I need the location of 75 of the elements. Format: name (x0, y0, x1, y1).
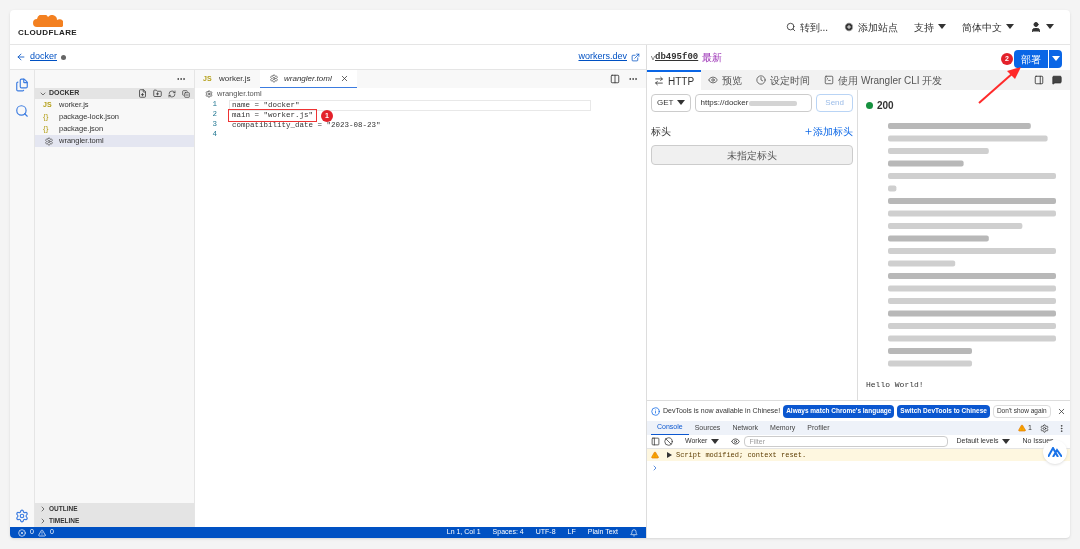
chevron-logo-icon (1048, 447, 1062, 457)
headers-label: 标头 (651, 125, 671, 139)
plus-icon (804, 127, 813, 136)
empty-headers-box: 未指定标头 (651, 145, 853, 165)
brand-logo-text: CLOUDFLARE (18, 27, 78, 39)
close-icon[interactable] (339, 74, 349, 83)
bell-icon[interactable] (630, 528, 638, 537)
transfer-icon (654, 76, 664, 86)
settings-icon[interactable] (1040, 423, 1049, 433)
refresh-icon[interactable] (168, 89, 176, 98)
search-icon[interactable] (15, 104, 29, 118)
annotation-arrow (977, 65, 1022, 105)
more-icon[interactable] (1057, 423, 1066, 433)
settings-icon[interactable] (15, 509, 29, 523)
editor-tab[interactable]: wrangler.toml (260, 70, 357, 88)
caret-icon (938, 24, 946, 30)
back-link[interactable]: docker (16, 50, 57, 64)
url-field[interactable]: https://docker (695, 94, 813, 112)
add-site-button[interactable]: 添加站点 (836, 19, 906, 35)
panel-tab[interactable]: 预览 (701, 70, 750, 90)
goto-button[interactable]: 转到... (777, 19, 836, 35)
files-icon[interactable] (15, 78, 29, 92)
blurred-url-drawing (749, 100, 798, 106)
caret-icon (677, 100, 686, 106)
user-icon (1030, 21, 1042, 33)
close-icon[interactable] (1057, 406, 1066, 416)
response-text: Hello World! (866, 379, 925, 391)
json-file-icon: {} (43, 111, 55, 123)
warning-icon (1018, 424, 1027, 432)
search-icon (785, 22, 796, 32)
panel-tab[interactable]: 设定时间 (749, 70, 818, 90)
eye-icon[interactable] (731, 437, 741, 446)
caret-icon (1006, 24, 1014, 30)
back-arrow-icon (16, 52, 26, 62)
workers-dev-link[interactable]: workers.dev (578, 50, 627, 64)
caret-icon (1002, 438, 1011, 445)
deploy-button[interactable]: 部署 (1014, 50, 1048, 68)
collapse-icon[interactable] (182, 89, 190, 98)
deploy-menu-button[interactable] (1048, 50, 1062, 68)
clock-icon (756, 75, 767, 85)
status-code: 200 (877, 99, 894, 113)
add-header-link[interactable]: 添加标头 (804, 124, 853, 139)
sidebar-toggle-icon[interactable] (651, 437, 660, 446)
method-select[interactable]: GET (651, 94, 692, 112)
eye-icon (708, 75, 719, 85)
terminal-icon (824, 75, 835, 85)
support-menu[interactable]: 支持 (906, 19, 954, 35)
error-icon (18, 528, 26, 537)
gear-icon (43, 136, 55, 146)
version-id: db495f00 (655, 50, 699, 64)
caret-icon (711, 438, 720, 445)
new-file-icon[interactable] (138, 89, 147, 98)
new-folder-icon[interactable] (153, 89, 162, 98)
expand-triangle-icon[interactable] (667, 452, 672, 458)
json-file-icon: {} (43, 123, 55, 135)
panel-tab[interactable]: HTTP (647, 70, 702, 90)
gear-icon (205, 90, 213, 98)
info-icon (651, 406, 660, 416)
caret-icon (1046, 24, 1054, 30)
panel-icon[interactable] (1034, 75, 1044, 85)
language-menu[interactable]: 简体中文 (954, 19, 1022, 35)
panel-tab[interactable]: 使用 Wrangler CLI 开发 (817, 70, 950, 90)
cloud-logo-icon (32, 15, 63, 27)
prompt-chevron-icon (651, 464, 659, 472)
warning-icon (651, 451, 659, 459)
plus-circle-icon (844, 22, 854, 32)
external-link-icon (631, 52, 640, 62)
version-prefix: v (651, 51, 655, 64)
clear-console-icon[interactable] (664, 437, 673, 446)
latest-tag: 最新 (702, 50, 723, 65)
warning-icon (37, 528, 46, 537)
gear-icon (268, 74, 280, 83)
caret-icon (1051, 56, 1060, 62)
message-icon[interactable] (1052, 75, 1062, 85)
split-editor-icon[interactable] (610, 74, 620, 84)
